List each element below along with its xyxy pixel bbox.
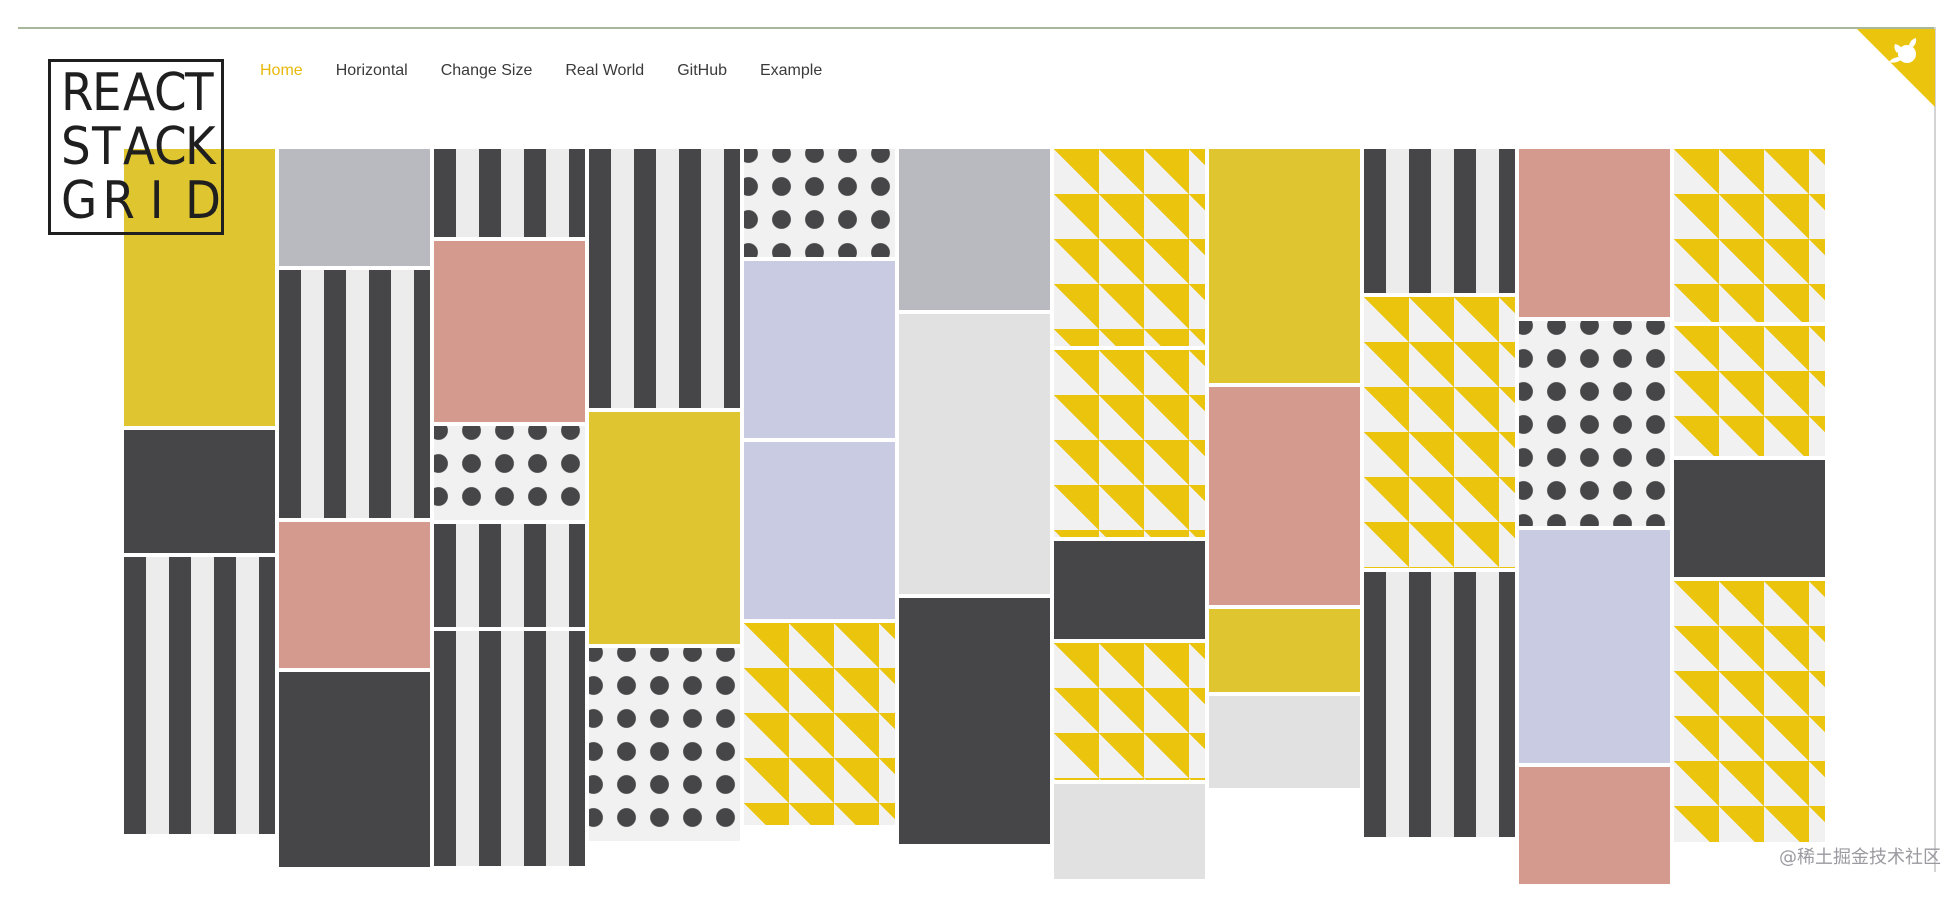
react-stack-grid-logo[interactable]: REACT STACK GRID	[48, 59, 224, 235]
grid-item-triangles[interactable]	[1674, 581, 1825, 842]
grid-item-light[interactable]	[1209, 696, 1360, 788]
grid-item-stripes[interactable]	[434, 631, 585, 866]
grid-item-pink[interactable]	[1519, 149, 1670, 317]
github-octocat-icon	[1857, 29, 1935, 107]
grid-item-yellow[interactable]	[589, 412, 740, 644]
grid-item-lavender[interactable]	[1519, 530, 1670, 763]
grid-item-pink[interactable]	[1209, 387, 1360, 605]
grid-item-dots[interactable]	[744, 149, 895, 257]
grid-item-gray[interactable]	[899, 149, 1050, 310]
grid-item-triangles[interactable]	[1674, 149, 1825, 322]
grid-item-dark[interactable]	[279, 672, 430, 867]
grid-item-triangles[interactable]	[1054, 149, 1205, 346]
grid-item-stripes[interactable]	[1364, 149, 1515, 293]
nav-example[interactable]: Example	[760, 62, 822, 80]
grid-item-stripes[interactable]	[589, 149, 740, 408]
grid-item-pink[interactable]	[434, 241, 585, 422]
main-nav: Home Horizontal Change Size Real World G…	[260, 62, 855, 80]
grid-item-triangles[interactable]	[1364, 297, 1515, 568]
grid-item-dark[interactable]	[1674, 460, 1825, 577]
grid-item-stripes[interactable]	[434, 149, 585, 237]
grid-item-triangles[interactable]	[1054, 350, 1205, 537]
grid-item-light[interactable]	[1054, 784, 1205, 879]
nav-home[interactable]: Home	[260, 62, 303, 80]
logo-line-1: REACT	[61, 63, 214, 123]
logo-line-3: GRID	[61, 171, 222, 231]
logo-line-2: STACK	[61, 117, 216, 177]
grid-item-light[interactable]	[899, 314, 1050, 594]
grid-item-stripes[interactable]	[279, 270, 430, 518]
grid-item-dark[interactable]	[124, 430, 275, 553]
grid-item-triangles[interactable]	[1054, 643, 1205, 780]
grid-item-triangles[interactable]	[1674, 326, 1825, 456]
grid-item-dots[interactable]	[1519, 321, 1670, 526]
grid-item-pink[interactable]	[1519, 767, 1670, 884]
github-corner-ribbon[interactable]	[1857, 29, 1935, 107]
top-divider	[18, 27, 1936, 29]
grid-item-dots[interactable]	[434, 426, 585, 520]
grid-item-dots[interactable]	[589, 648, 740, 841]
nav-real-world[interactable]: Real World	[565, 62, 644, 80]
grid-item-dark[interactable]	[1054, 541, 1205, 639]
grid-item-stripes[interactable]	[124, 557, 275, 834]
grid-item-dark[interactable]	[899, 598, 1050, 844]
grid-item-stripes[interactable]	[1364, 572, 1515, 837]
grid-item-gray[interactable]	[279, 149, 430, 266]
stack-grid	[124, 149, 1832, 884]
grid-item-triangles[interactable]	[744, 623, 895, 825]
grid-item-lavender[interactable]	[744, 442, 895, 619]
grid-item-lavender[interactable]	[744, 261, 895, 438]
grid-item-stripes[interactable]	[434, 524, 585, 627]
grid-item-yellow[interactable]	[1209, 149, 1360, 383]
nav-change-size[interactable]: Change Size	[441, 62, 533, 80]
grid-item-yellow[interactable]	[1209, 609, 1360, 692]
right-divider	[1934, 27, 1936, 872]
nav-horizontal[interactable]: Horizontal	[336, 62, 408, 80]
app-window: REACT STACK GRID Home Horizontal Change …	[0, 0, 1944, 920]
watermark: @稀土掘金技术社区	[1779, 847, 1941, 868]
nav-github[interactable]: GitHub	[677, 62, 727, 80]
grid-item-pink[interactable]	[279, 522, 430, 668]
